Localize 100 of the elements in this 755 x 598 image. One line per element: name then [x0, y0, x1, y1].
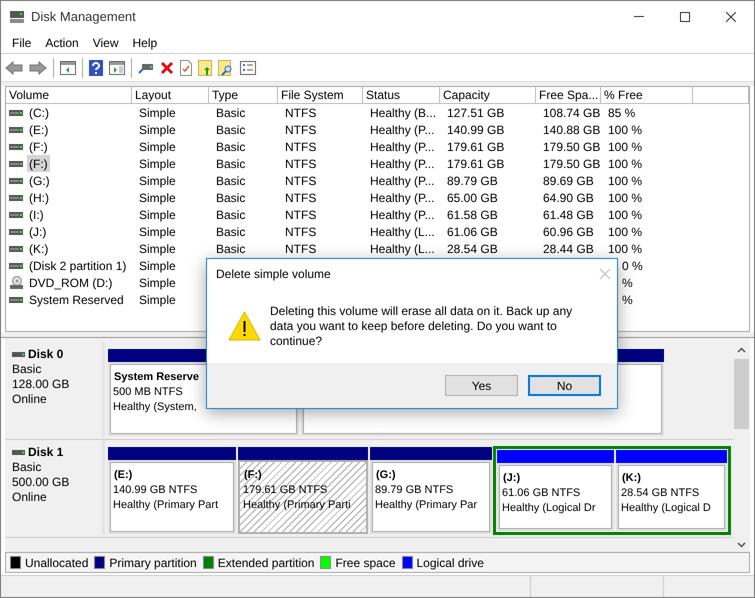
table-cell-text: Basic [215, 240, 246, 258]
table-cell-text: NTFS [284, 190, 316, 206]
drive-icon [9, 296, 23, 302]
table-cell-text: 100 % [607, 172, 642, 190]
column-header[interactable]: File System [278, 87, 363, 104]
drive-name[interactable]: (G:) [27, 172, 52, 190]
table-cell-text: Simple [138, 258, 176, 274]
legend-label: Extended partition [218, 554, 314, 572]
table-cell-text: % [621, 292, 633, 308]
menu-item[interactable]: View [86, 34, 126, 52]
disk-name: Disk 0 [28, 347, 64, 362]
dialog-button[interactable]: Yes [445, 375, 518, 396]
table-cell-text: Healthy (P... [369, 206, 434, 224]
legend-label: Unallocated [25, 554, 88, 572]
column-header[interactable]: Capacity [440, 87, 536, 104]
table-cell-text: NTFS [284, 240, 316, 258]
table-cell-text: Healthy (P... [369, 138, 434, 156]
partition-status: Healthy (Logical D [621, 501, 712, 516]
table-cell-text: 61.48 GB [542, 206, 594, 224]
table-cell-text: NTFS [284, 156, 316, 172]
table-cell-text: 108.74 GB [542, 104, 600, 122]
table-cell-text: 100 % [607, 122, 642, 138]
partition-size: 140.99 GB NTFS [113, 483, 198, 498]
table-cell-text: 65.00 GB [446, 190, 498, 206]
table-cell-text: Healthy (P... [369, 190, 434, 206]
minimize-icon [634, 16, 644, 17]
partition-label: (F:) [243, 468, 263, 483]
forward-arrow-icon[interactable] [29, 60, 47, 74]
legend-label: Primary partition [109, 554, 197, 572]
table-cell-text: NTFS [284, 224, 316, 240]
document-check-icon[interactable] [180, 60, 192, 76]
drive-icon [12, 450, 25, 455]
partition-label: (E:) [113, 468, 134, 483]
table-cell-text: 28.54 GB [446, 240, 498, 258]
drive-icon [9, 110, 23, 116]
close-icon [726, 12, 736, 22]
dialog-title: Delete simple volume [216, 266, 331, 283]
partition-size: 61.06 GB NTFS [502, 486, 582, 501]
disk-name: Disk 1 [28, 445, 64, 460]
column-header[interactable]: Free Spa... [536, 87, 601, 104]
back-arrow-icon[interactable] [5, 60, 23, 74]
table-cell-text: 61.58 GB [446, 206, 498, 224]
extended-partition[interactable]: (J:) 61.06 GB NTFS Healthy (Logical Dr (K:) 28.54 GB NTFS Healthy (Logical D [493, 446, 731, 535]
drive-icon [9, 194, 23, 200]
partition-size: 179.61 GB NTFS [243, 483, 328, 498]
drive-icon [9, 126, 23, 132]
table-cell-text: 28.44 GB [542, 240, 594, 258]
drive-icon [12, 352, 25, 357]
menu-item[interactable]: Help [126, 34, 164, 52]
chevron-down-icon[interactable] [737, 542, 746, 548]
drive-icon [9, 246, 23, 252]
drive-connect-icon[interactable] [138, 62, 154, 74]
column-header[interactable]: % Free [601, 87, 693, 104]
dialog-button[interactable]: No [528, 375, 601, 396]
table-cell-text: 100 % [607, 138, 642, 156]
table-cell-text: 100 % [607, 206, 642, 224]
table-cell-text: Simple [138, 274, 176, 292]
partition-box[interactable]: (K:) 28.54 GB NTFS Healthy (Logical D [616, 463, 727, 531]
disc-drive-icon [9, 276, 23, 290]
folder-search-icon[interactable] [218, 60, 234, 76]
scrollbar-thumb[interactable] [734, 359, 749, 429]
column-header[interactable]: Status [363, 87, 440, 104]
partition-box[interactable]: (J:) 61.06 GB NTFS Healthy (Logical Dr [497, 463, 614, 531]
column-header[interactable]: Type [209, 87, 278, 104]
checklist-icon[interactable] [240, 60, 256, 74]
partition-size: 89.79 GB NTFS [375, 483, 454, 498]
partition-box[interactable]: (E:) 140.99 GB NTFS Healthy (Primary Part [108, 460, 236, 534]
table-cell-text: 64.90 GB [542, 190, 594, 206]
partition-label: (J:) [502, 471, 522, 486]
dialog-message: Deleting this volume will erase all data on it. Back up any data you want to keep before deleting. Do you want to continue? [270, 304, 574, 348]
panel-icon[interactable] [60, 60, 76, 74]
table-cell-text: Simple [138, 224, 176, 240]
partition-box[interactable]: (F:) 179.61 GB NTFS Healthy (Primary Parti [238, 460, 368, 534]
window-title: Disk Management [31, 8, 136, 26]
column-header[interactable]: Layout [132, 87, 209, 104]
table-cell-text: Healthy (L... [369, 224, 435, 240]
disk-status: Online [12, 392, 48, 407]
table-cell-text: Basic [215, 206, 246, 224]
table-cell-text: 127.51 GB [446, 104, 504, 122]
delete-icon[interactable] [160, 60, 174, 74]
table-cell-text: Basic [215, 172, 246, 190]
table-cell-text: Basic [215, 190, 246, 206]
disk-type: Basic [12, 362, 42, 377]
warning-icon [228, 311, 261, 341]
panel-icon[interactable] [109, 60, 125, 74]
partition-status: Healthy (Primary Part [113, 498, 220, 513]
drive-name[interactable]: (F:) [27, 154, 50, 172]
partition-box[interactable]: (G:) 89.79 GB NTFS Healthy (Primary Par [370, 460, 492, 534]
table-cell-text: 0 % [621, 258, 643, 274]
table-cell-text: 85 % [607, 104, 636, 122]
partition-status: Healthy (Logical Dr [502, 501, 597, 516]
menu-item[interactable]: Action [38, 34, 86, 52]
table-cell-text: Healthy (B... [369, 104, 436, 122]
disk-size: 128.00 GB [12, 377, 70, 392]
menu-item[interactable]: File [5, 34, 38, 52]
table-cell-text: NTFS [284, 104, 316, 122]
table-cell-text: 179.50 GB [542, 156, 600, 172]
help-icon[interactable] [89, 60, 103, 76]
drive-icon [9, 160, 23, 166]
chevron-up-icon[interactable] [737, 347, 746, 353]
